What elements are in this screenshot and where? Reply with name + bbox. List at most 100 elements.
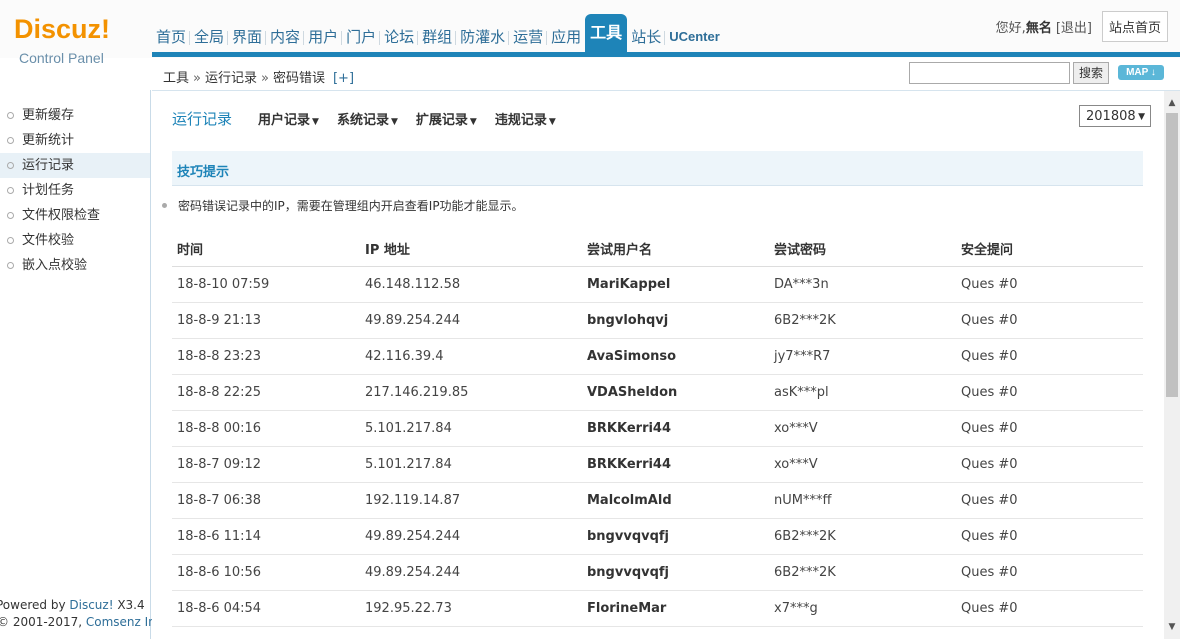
password-cell: xo***V: [769, 446, 956, 483]
question-cell: Ques #0: [956, 518, 1143, 555]
vertical-scrollbar[interactable]: ▲ ▼: [1164, 91, 1180, 639]
tab-label: 系统记录: [336, 113, 389, 128]
top-header: Discuz! Control Panel 首页 全局 界面 内容 用户 门户 论坛 群组 防灌…: [0, 0, 1180, 66]
nav-item-3[interactable]: 内容: [265, 22, 304, 52]
ip-cell: 217.146.219.85: [360, 374, 582, 411]
dropdown-caret-icon: ▼: [469, 117, 477, 127]
sidebar-item-0[interactable]: 更新缓存: [0, 103, 150, 128]
ip-cell: 42.116.39.4: [360, 338, 582, 375]
table-row: 18-8-7 09:12 5.101.217.84 BRKKerri44 xo***V…: [172, 446, 1143, 483]
table-row: 18-8-8 00:16 5.101.217.84 BRKKerri44 xo***V…: [172, 410, 1143, 447]
tab-item-1[interactable]: 系统记录 ▼: [337, 109, 398, 128]
username-cell: BRKKerri44: [582, 446, 769, 483]
copyright-text: © 2001-2017,: [0, 615, 86, 629]
breadcrumb-separator: »: [261, 71, 269, 86]
table-body: 18-8-10 07:59 46.148.112.58 MariKappel DA**…: [172, 266, 1143, 627]
scroll-up-arrow-icon[interactable]: ▲: [1164, 95, 1180, 111]
logout-link[interactable]: [退出]: [1056, 17, 1092, 36]
nav-item-6[interactable]: 论坛: [379, 22, 418, 52]
table-row: 18-8-6 11:14 49.89.254.244 bngvvqvqfj 6B2**…: [172, 518, 1143, 555]
nav-item-5[interactable]: 门户: [341, 22, 380, 52]
tab-item-3[interactable]: 违规记录 ▼: [495, 109, 556, 128]
question-cell: Ques #0: [956, 410, 1143, 447]
breadcrumb-password-error: 密码错误: [272, 71, 325, 86]
tab-run-log[interactable]: 运行记录: [172, 108, 232, 129]
nav-item-9[interactable]: 运营: [508, 22, 547, 52]
discuz-link[interactable]: Discuz!: [69, 598, 113, 612]
nav-item-10[interactable]: 应用: [546, 22, 585, 52]
question-cell: Ques #0: [956, 374, 1143, 411]
sidebar-item-1[interactable]: 更新统计: [0, 128, 150, 153]
search-input[interactable]: [909, 62, 1070, 84]
month-select[interactable]: 201808 ▼: [1079, 105, 1151, 127]
nav-item-11[interactable]: 工具: [585, 14, 628, 52]
password-cell: 6B2***2K: [769, 518, 956, 555]
time-cell: 18-8-7 09:12: [172, 446, 360, 483]
tab-item-2[interactable]: 扩展记录 ▼: [416, 109, 477, 128]
scroll-down-arrow-icon[interactable]: ▼: [1164, 619, 1180, 635]
site-home-button[interactable]: 站点首页: [1101, 11, 1168, 42]
dropdown-caret-icon: ▼: [390, 117, 398, 127]
powered-by-text: Powered by: [0, 598, 70, 612]
username-cell: MariKappel: [582, 266, 769, 303]
password-cell: xo***V: [769, 410, 956, 447]
logo-subtitle: Control Panel: [19, 50, 104, 66]
tab-label: 用户记录: [258, 113, 311, 128]
table-row: 18-8-8 23:23 42.116.39.4 AvaSimonso jy7***R…: [172, 338, 1143, 375]
discuz-logo[interactable]: Discuz! Control Panel: [14, 14, 144, 66]
username: 無名: [1025, 21, 1052, 36]
ip-cell: 192.95.22.73: [360, 590, 582, 627]
table-row: 18-8-6 10:56 49.89.254.244 bngvvqvqfj 6B2**…: [172, 554, 1143, 591]
nav-item-1[interactable]: 全局: [189, 22, 228, 52]
time-cell: 18-8-6 11:14: [172, 518, 360, 555]
time-cell: 18-8-8 22:25: [172, 374, 360, 411]
nav-item-4[interactable]: 用户: [303, 22, 342, 52]
sidebar-item-4[interactable]: 文件权限检查: [0, 203, 150, 228]
scrollbar-thumb[interactable]: [1166, 113, 1178, 397]
question-cell: Ques #0: [956, 590, 1143, 627]
breadcrumb-run-log[interactable]: 运行记录: [205, 71, 257, 86]
nav-item-0[interactable]: 首页: [152, 22, 190, 52]
password-cell: jy7***R7: [769, 338, 956, 375]
sidebar-item-2[interactable]: 运行记录: [0, 153, 150, 178]
nav-item-8[interactable]: 防灌水: [455, 22, 509, 52]
question-cell: Ques #0: [956, 302, 1143, 339]
search-button[interactable]: 搜索: [1073, 62, 1110, 84]
breadcrumb-separator: »: [193, 71, 201, 86]
sidebar-item-6[interactable]: 嵌入点校验: [0, 253, 150, 278]
add-shortcut-link[interactable]: [+]: [333, 71, 354, 86]
nav-item-2[interactable]: 界面: [227, 22, 266, 52]
log-tabs: 运行记录 用户记录 ▼ 系统记录 ▼ 扩展记录 ▼ 违规记录 ▼: [172, 108, 574, 129]
username-cell: FlorineMar: [582, 590, 769, 627]
logo-title: Discuz!: [14, 14, 111, 44]
question-cell: Ques #0: [956, 554, 1143, 591]
nav-item-12[interactable]: 站长: [627, 22, 665, 52]
nav-item-13[interactable]: UCenter: [664, 22, 724, 52]
greeting: 您好,: [995, 21, 1026, 36]
nav-item-7[interactable]: 群组: [417, 22, 456, 52]
time-cell: 18-8-6 04:54: [172, 590, 360, 627]
tips-header: 技巧提示: [172, 151, 1143, 186]
main-content: 运行记录 用户记录 ▼ 系统记录 ▼ 扩展记录 ▼ 违规记录 ▼ 201808 ▼ 技巧提示 …: [152, 91, 1164, 639]
tab-item-0[interactable]: 用户记录 ▼: [258, 109, 319, 128]
question-cell: Ques #0: [956, 482, 1143, 519]
username-cell: AvaSimonso: [582, 338, 769, 375]
sub-header: 工具» 运行记录» 密码错误 [+] 搜索 MAP ↓: [152, 58, 1180, 91]
breadcrumb-tools[interactable]: 工具: [163, 71, 189, 86]
table-header-row: 时间 IP 地址 尝试用户名 尝试密码 安全提问: [172, 230, 1143, 267]
time-cell: 18-8-7 06:38: [172, 482, 360, 519]
time-cell: 18-8-9 21:13: [172, 302, 360, 339]
sidebar-item-3[interactable]: 计划任务: [0, 178, 150, 203]
tab-label: 扩展记录: [415, 113, 468, 128]
tips-title: 技巧提示: [177, 165, 230, 180]
dropdown-caret-icon: ▼: [548, 117, 556, 127]
sidebar-footer: Powered by Discuz! X3.4 © 2001-2017, Com…: [0, 597, 166, 631]
month-select-value: 201808: [1086, 109, 1136, 124]
password-error-table: 时间 IP 地址 尝试用户名 尝试密码 安全提问 18-8-10 07:59 46.148…: [172, 230, 1143, 627]
column-header: IP 地址: [360, 230, 582, 267]
map-button[interactable]: MAP ↓: [1118, 65, 1164, 80]
ip-cell: 5.101.217.84: [360, 446, 582, 483]
sidebar-item-5[interactable]: 文件校验: [0, 228, 150, 253]
version-text: X3.4: [113, 598, 145, 612]
question-cell: Ques #0: [956, 266, 1143, 303]
